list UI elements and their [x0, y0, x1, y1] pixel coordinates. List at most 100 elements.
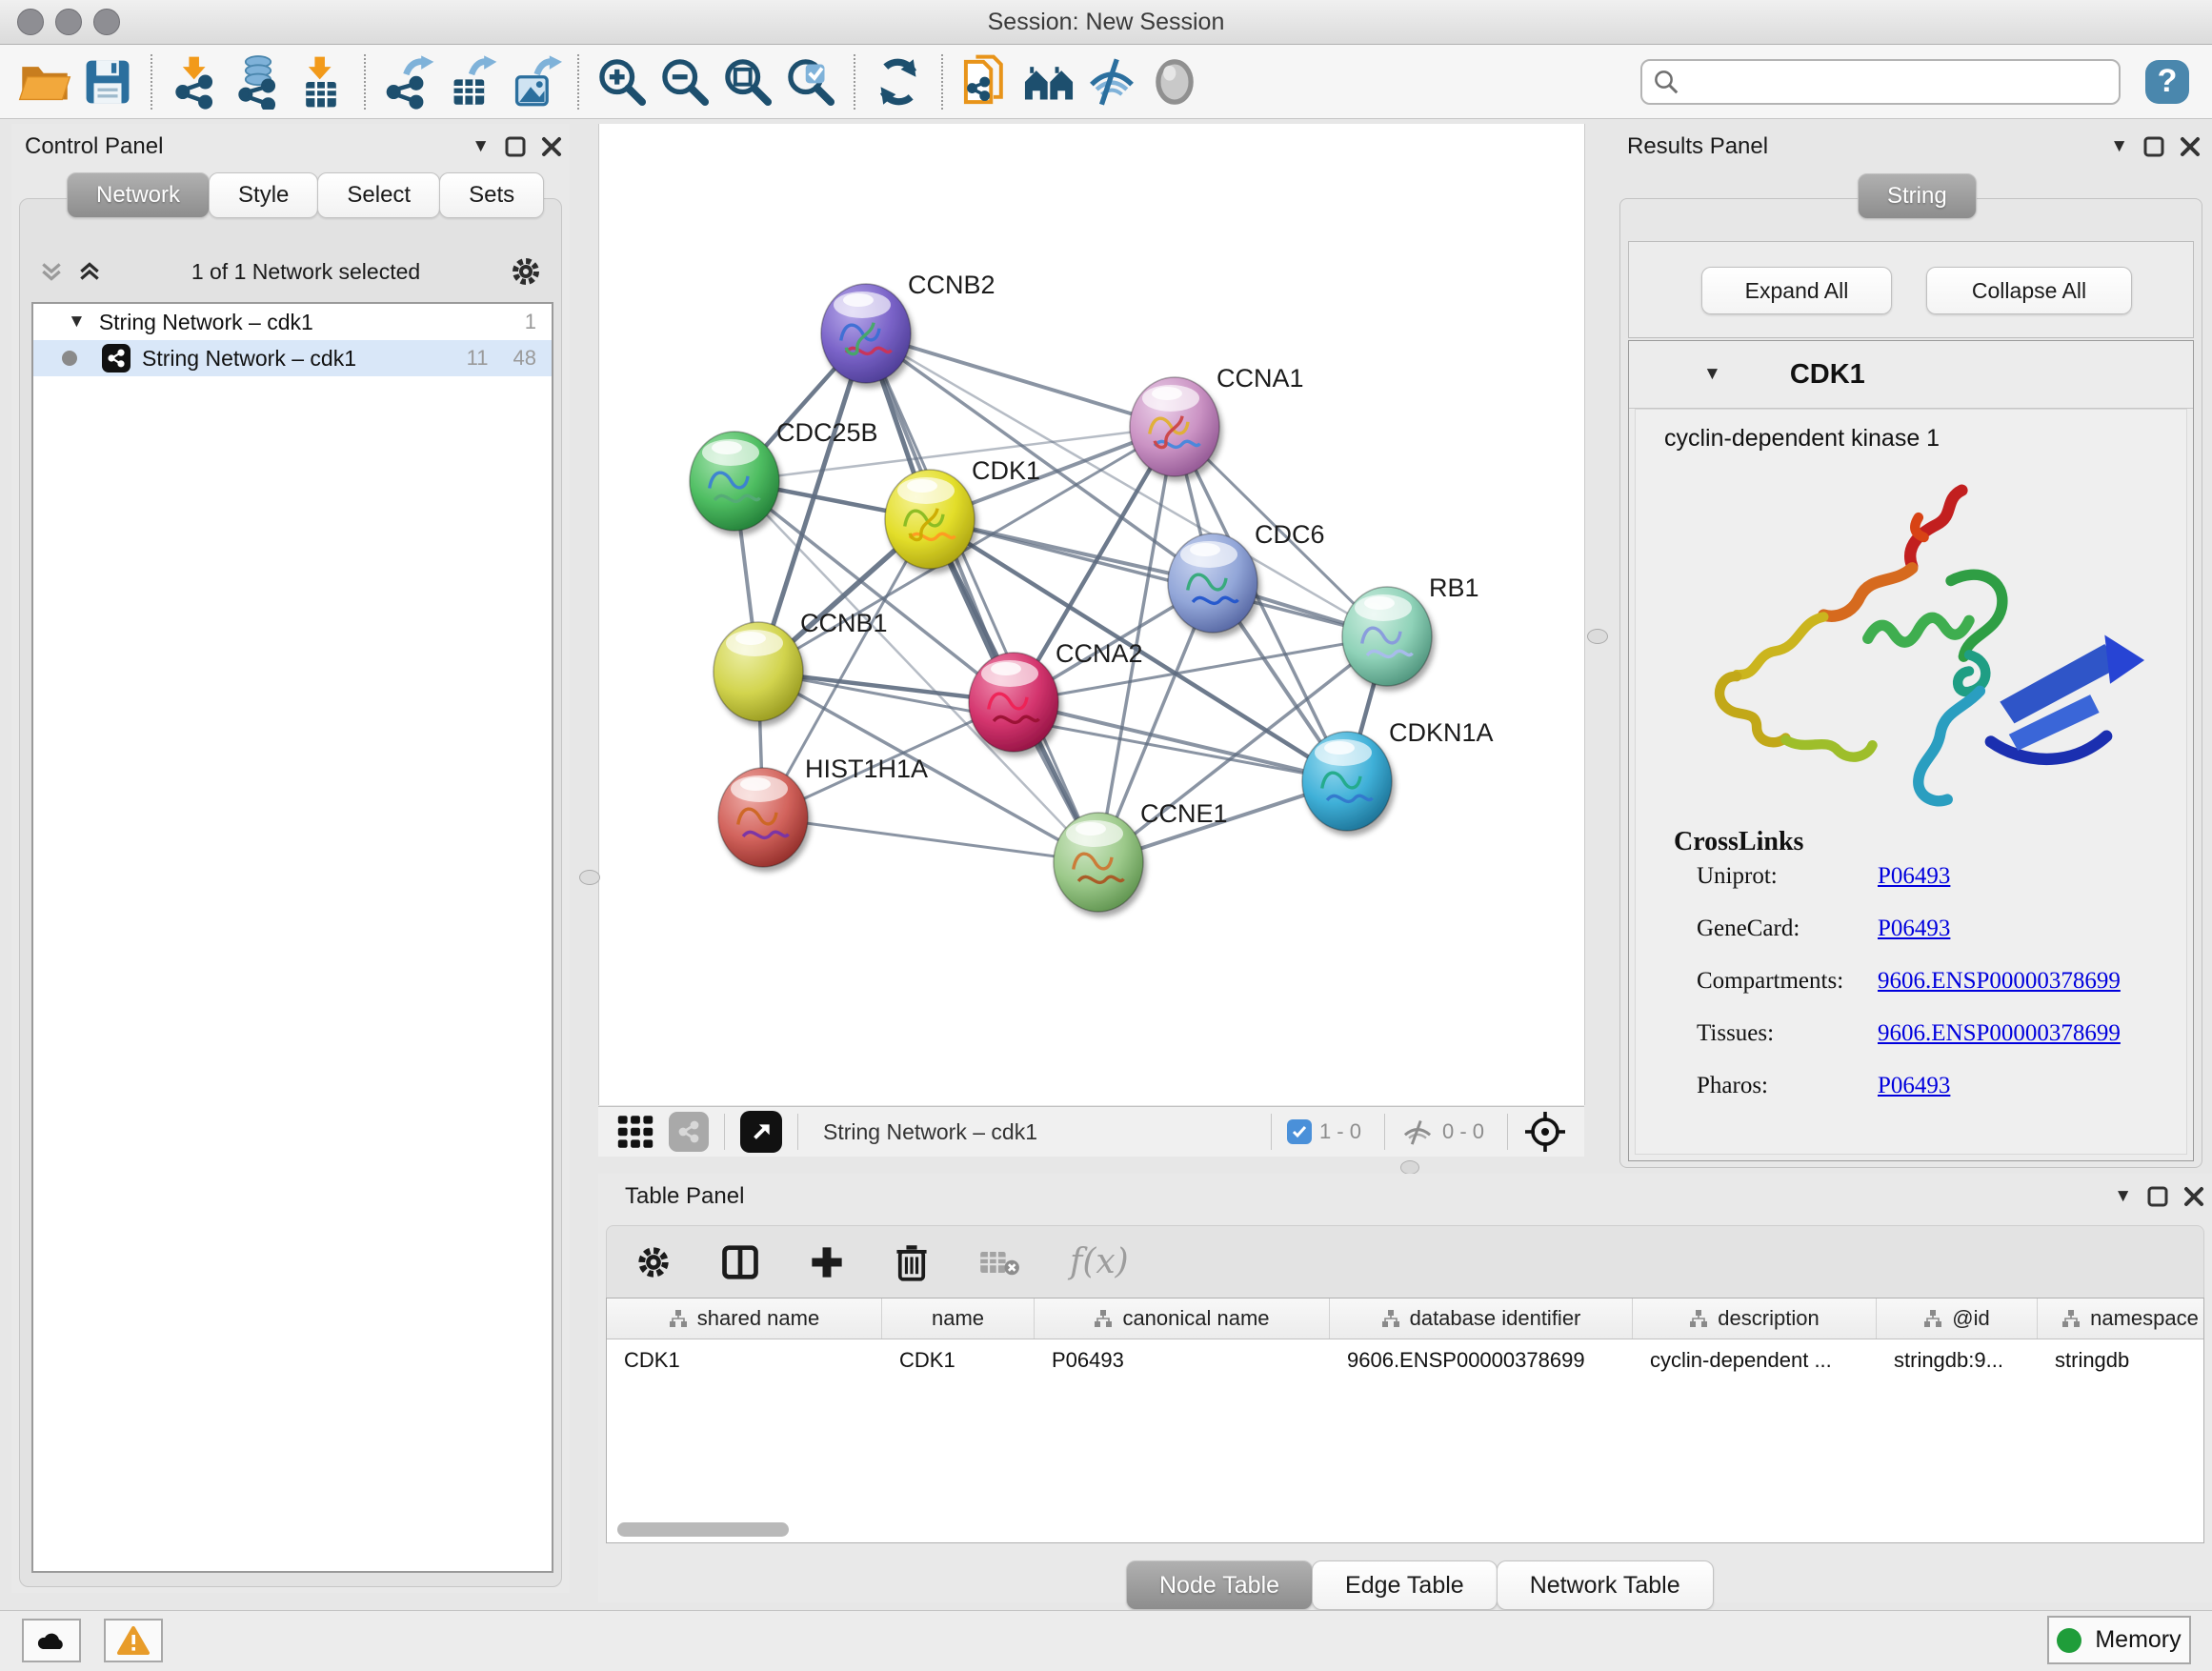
protein-section-header[interactable]: ▼ CDK1 [1629, 341, 2193, 409]
column-header-canonical-name[interactable]: canonical name [1035, 1299, 1330, 1339]
close-panel-icon[interactable] [541, 136, 562, 157]
table-row[interactable]: CDK1CDK1P064939606.ENSP00000378699cyclin… [607, 1339, 2203, 1381]
column-header-namespace[interactable]: namespace [2038, 1299, 2204, 1339]
open-session-button[interactable] [13, 50, 76, 113]
search-field[interactable] [1640, 59, 2121, 105]
right-splitter-handle[interactable] [1587, 629, 1608, 644]
toolbar-separator [1384, 1114, 1385, 1150]
birds-eye-view-icon[interactable] [740, 1111, 782, 1153]
share-view-icon[interactable] [669, 1112, 709, 1152]
float-panel-icon[interactable] [2143, 136, 2164, 157]
gear-icon[interactable] [510, 255, 542, 288]
expand-all-button[interactable]: Expand All [1701, 267, 1892, 314]
table-cell[interactable]: cyclin-dependent ... [1633, 1348, 1877, 1373]
node-table[interactable]: shared namenamecanonical namedatabase id… [606, 1298, 2204, 1543]
tab-network[interactable]: Network [67, 172, 210, 218]
delete-column-icon[interactable] [895, 1243, 929, 1281]
memory-button[interactable]: Memory [2047, 1616, 2191, 1664]
warnings-button[interactable] [104, 1619, 163, 1662]
close-panel-icon[interactable] [2180, 136, 2201, 157]
zoom-selected-button[interactable] [779, 50, 842, 113]
help-button[interactable]: ? [2145, 60, 2189, 104]
zoom-out-button[interactable] [654, 50, 716, 113]
column-header-description[interactable]: description [1633, 1299, 1877, 1339]
export-image-button[interactable] [503, 50, 566, 113]
network-row[interactable]: String Network – cdk1 11 48 [33, 340, 552, 376]
table-cell[interactable]: P06493 [1035, 1348, 1330, 1373]
selected-checkbox-icon[interactable] [1287, 1119, 1312, 1144]
network-selection-summary: 1 of 1 Network selected [102, 259, 510, 285]
tree-expand-caret-icon[interactable]: ▼ [68, 312, 86, 332]
network-collection-row[interactable]: ▼ String Network – cdk1 1 [33, 304, 552, 340]
network-node-CCNB1[interactable]: CCNB1 [714, 609, 888, 721]
cloud-button[interactable] [22, 1619, 81, 1662]
network-node-CDK1[interactable]: CDK1 [885, 456, 1040, 569]
tab-sets[interactable]: Sets [439, 172, 544, 218]
horizontal-splitter-handle[interactable] [1400, 1160, 1419, 1175]
zoom-in-button[interactable] [591, 50, 654, 113]
network-node-HIST1H1A[interactable]: HIST1H1A [718, 755, 928, 867]
column-header-database-identifier[interactable]: database identifier [1330, 1299, 1633, 1339]
crosslink-link[interactable]: P06493 [1878, 916, 1950, 942]
table-cell[interactable]: stringdb [2038, 1348, 2204, 1373]
node-label-CCNA2: CCNA2 [1056, 639, 1143, 668]
crosslink-link[interactable]: P06493 [1878, 1073, 1950, 1099]
panel-menu-caret-icon[interactable]: ▼ [2110, 136, 2128, 157]
tab-select[interactable]: Select [317, 172, 440, 218]
tab-edge-table[interactable]: Edge Table [1312, 1560, 1498, 1610]
save-session-button[interactable] [76, 50, 139, 113]
collapse-all-button[interactable]: Collapse All [1926, 267, 2132, 314]
table-cell[interactable]: CDK1 [607, 1348, 882, 1373]
string-home-button[interactable] [1017, 50, 1080, 113]
table-cell[interactable]: CDK1 [882, 1348, 1035, 1373]
expand-all-icon[interactable] [77, 259, 102, 284]
crosslink-link[interactable]: 9606.ENSP00000378699 [1878, 1020, 2121, 1047]
import-database-icon [231, 54, 286, 110]
protein-section: ▼ CDK1 cyclin-dependent kinase 1 [1628, 340, 2194, 1161]
section-collapse-caret-icon[interactable]: ▼ [1703, 364, 1721, 385]
network-node-CCNA1[interactable]: CCNA1 [1130, 364, 1304, 476]
import-network-file-button[interactable] [164, 50, 227, 113]
crosslink-link[interactable]: P06493 [1878, 863, 1950, 890]
table-header-row: shared namenamecanonical namedatabase id… [607, 1299, 2203, 1339]
eye-disabled-button[interactable] [1143, 50, 1206, 113]
import-network-database-button[interactable] [227, 50, 290, 113]
tab-network-table[interactable]: Network Table [1497, 1560, 1714, 1610]
left-splitter-handle[interactable] [579, 870, 600, 885]
zoom-fit-button[interactable] [716, 50, 779, 113]
tab-style[interactable]: Style [209, 172, 318, 218]
export-network-button[interactable] [377, 50, 440, 113]
crosshair-icon[interactable] [1523, 1110, 1567, 1154]
refresh-layout-button[interactable] [867, 50, 930, 113]
grid-view-icon[interactable] [615, 1112, 655, 1152]
results-panel: Results Panel ▼ String Expand All Collap… [1619, 124, 2204, 1172]
column-header--id[interactable]: @id [1877, 1299, 2038, 1339]
split-columns-icon[interactable] [721, 1243, 759, 1281]
table-cell[interactable]: 9606.ENSP00000378699 [1330, 1348, 1633, 1373]
column-header-name[interactable]: name [882, 1299, 1035, 1339]
crosslink-link[interactable]: 9606.ENSP00000378699 [1878, 968, 2121, 995]
export-table-button[interactable] [440, 50, 503, 113]
document-share-button[interactable] [955, 50, 1017, 113]
import-table-button[interactable] [290, 50, 352, 113]
column-header-shared-name[interactable]: shared name [607, 1299, 882, 1339]
tab-node-table[interactable]: Node Table [1126, 1560, 1313, 1610]
gear-icon[interactable] [635, 1244, 672, 1280]
results-tab-string[interactable]: String [1858, 173, 1976, 219]
float-panel-icon[interactable] [2147, 1186, 2168, 1207]
network-canvas[interactable]: CCNB2CCNA1CDC25BCDK1CDC6RB1CCNB1CCNA2CDK… [598, 124, 1585, 1105]
network-node-CDKN1A[interactable]: CDKN1A [1302, 718, 1494, 831]
table-cell[interactable]: stringdb:9... [1877, 1348, 2038, 1373]
hide-labels-button[interactable] [1080, 50, 1143, 113]
panel-menu-caret-icon[interactable]: ▼ [472, 136, 490, 157]
add-column-icon[interactable] [809, 1244, 845, 1280]
table-horizontal-scrollbar[interactable] [617, 1522, 789, 1537]
collapse-all-icon[interactable] [39, 259, 64, 284]
table-toolbar: f(x) [606, 1225, 2204, 1298]
network-graph[interactable]: CCNB2CCNA1CDC25BCDK1CDC6RB1CCNB1CCNA2CDK… [599, 124, 1584, 1105]
panel-menu-caret-icon[interactable]: ▼ [2114, 1186, 2132, 1207]
float-panel-icon[interactable] [505, 136, 526, 157]
search-input[interactable] [1680, 69, 2109, 95]
network-node-RB1[interactable]: RB1 [1342, 574, 1479, 686]
close-panel-icon[interactable] [2183, 1186, 2204, 1207]
